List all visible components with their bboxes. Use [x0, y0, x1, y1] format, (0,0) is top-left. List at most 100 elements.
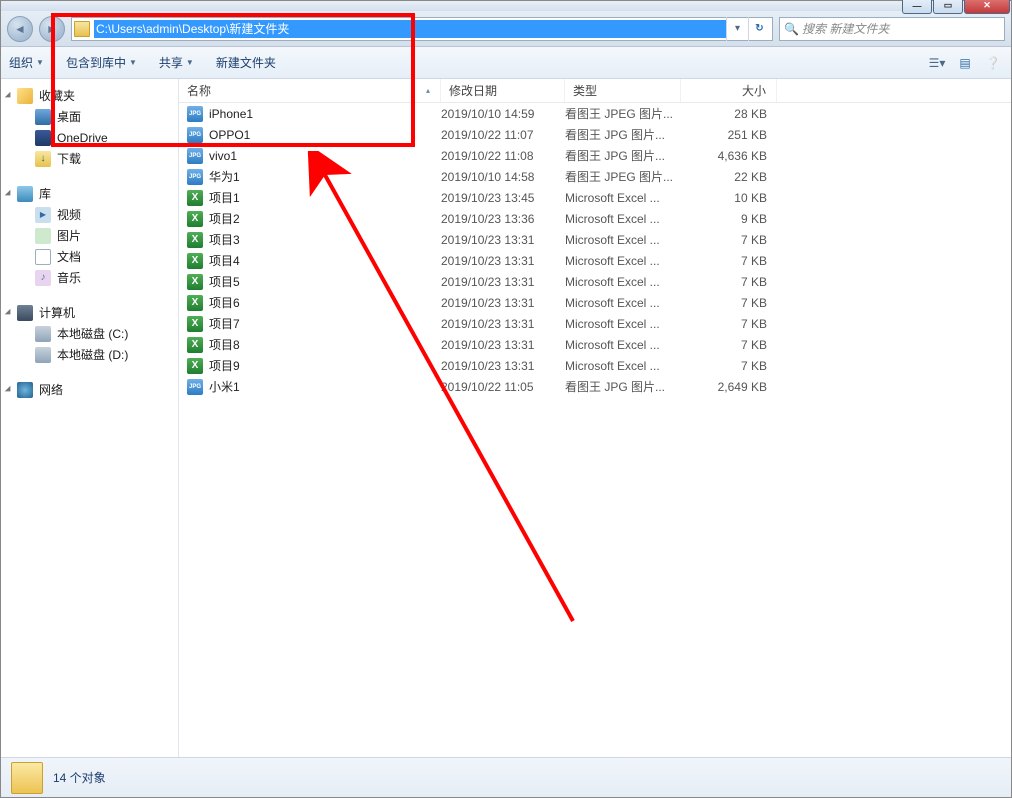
navigation-pane: 收藏夹 桌面OneDrive 下载 库 视频图片文档音乐 计算机 本地磁盘 (C:…	[1, 79, 179, 757]
favorites-icon	[17, 88, 33, 104]
tree-item-label: 视频	[57, 206, 81, 223]
libraries-icon	[17, 186, 33, 202]
sidebar-item[interactable]: 音乐	[1, 267, 178, 288]
file-type: Microsoft Excel ...	[565, 338, 681, 352]
column-header-type[interactable]: 类型	[565, 79, 681, 102]
file-size: 251 KB	[681, 128, 777, 142]
file-date: 2019/10/23 13:31	[441, 296, 565, 310]
forward-button[interactable]: ►	[39, 16, 65, 42]
file-size: 9 KB	[681, 212, 777, 226]
tree-item-icon	[35, 270, 51, 286]
maximize-button[interactable]: ▭	[933, 0, 963, 14]
file-date: 2019/10/23 13:31	[441, 317, 565, 331]
file-date: 2019/10/23 13:31	[441, 233, 565, 247]
file-size: 7 KB	[681, 254, 777, 268]
sidebar-item[interactable]: OneDrive	[1, 127, 178, 148]
file-row[interactable]: vivo12019/10/22 11:08看图王 JPG 图片...4,636 …	[179, 145, 1011, 166]
file-row[interactable]: 项目62019/10/23 13:31Microsoft Excel ...7 …	[179, 292, 1011, 313]
file-type: 看图王 JPEG 图片...	[565, 168, 681, 185]
network-icon	[17, 382, 33, 398]
tree-item-label: 图片	[57, 227, 81, 244]
file-type: 看图王 JPG 图片...	[565, 378, 681, 395]
file-type-icon	[187, 295, 203, 311]
file-row[interactable]: 项目92019/10/23 13:31Microsoft Excel ...7 …	[179, 355, 1011, 376]
network-header[interactable]: 网络	[1, 379, 178, 400]
close-button[interactable]: ✕	[964, 0, 1010, 14]
file-row[interactable]: 项目12019/10/23 13:45Microsoft Excel ...10…	[179, 187, 1011, 208]
computer-header[interactable]: 计算机	[1, 302, 178, 323]
expand-icon	[5, 385, 13, 393]
file-size: 22 KB	[681, 170, 777, 184]
organize-menu[interactable]: 组织▼	[9, 54, 44, 71]
tree-item-label: 本地磁盘 (D:)	[57, 346, 128, 363]
folder-icon	[74, 21, 90, 37]
address-input[interactable]	[94, 20, 726, 38]
file-row[interactable]: 项目52019/10/23 13:31Microsoft Excel ...7 …	[179, 271, 1011, 292]
file-type: Microsoft Excel ...	[565, 212, 681, 226]
file-type: Microsoft Excel ...	[565, 275, 681, 289]
file-type-icon	[187, 316, 203, 332]
help-button[interactable]: ❔	[983, 53, 1003, 73]
column-header-size[interactable]: 大小	[681, 79, 777, 102]
sidebar-item[interactable]: 桌面	[1, 106, 178, 127]
sidebar-item[interactable]: 文档	[1, 246, 178, 267]
file-name: OPPO1	[209, 128, 250, 142]
sidebar-item[interactable]: 下载	[1, 148, 178, 169]
sidebar-item[interactable]: 图片	[1, 225, 178, 246]
file-type: Microsoft Excel ...	[565, 359, 681, 373]
new-folder-button[interactable]: 新建文件夹	[216, 54, 276, 71]
tree-item-icon	[35, 347, 51, 363]
file-row[interactable]: 项目32019/10/23 13:31Microsoft Excel ...7 …	[179, 229, 1011, 250]
file-size: 10 KB	[681, 191, 777, 205]
column-header-name[interactable]: 名称 ▴	[179, 79, 441, 102]
address-bar[interactable]: ▾ ↻	[71, 17, 773, 41]
file-type-icon	[187, 148, 203, 164]
view-options-button[interactable]: ☰▾	[927, 53, 947, 73]
file-row[interactable]: iPhone12019/10/10 14:59看图王 JPEG 图片...28 …	[179, 103, 1011, 124]
file-name: 项目7	[209, 315, 240, 332]
file-date: 2019/10/22 11:07	[441, 128, 565, 142]
file-row[interactable]: 项目82019/10/23 13:31Microsoft Excel ...7 …	[179, 334, 1011, 355]
include-in-library-menu[interactable]: 包含到库中▼	[66, 54, 137, 71]
tree-item-icon	[35, 326, 51, 342]
sidebar-item[interactable]: 视频	[1, 204, 178, 225]
file-size: 7 KB	[681, 275, 777, 289]
preview-pane-button[interactable]: ▤	[955, 53, 975, 73]
sidebar-item[interactable]: 本地磁盘 (D:)	[1, 344, 178, 365]
file-row[interactable]: 项目72019/10/23 13:31Microsoft Excel ...7 …	[179, 313, 1011, 334]
back-button[interactable]: ◄	[7, 16, 33, 42]
file-row[interactable]: 项目42019/10/23 13:31Microsoft Excel ...7 …	[179, 250, 1011, 271]
tree-item-label: 下载	[57, 150, 81, 167]
search-icon: 🔍	[784, 22, 798, 36]
libraries-header[interactable]: 库	[1, 183, 178, 204]
chevron-down-icon: ▼	[186, 58, 194, 67]
file-row[interactable]: 项目22019/10/23 13:36Microsoft Excel ...9 …	[179, 208, 1011, 229]
file-type-icon	[187, 358, 203, 374]
tree-item-icon	[35, 130, 51, 146]
file-type-icon	[187, 253, 203, 269]
column-headers: 名称 ▴ 修改日期 类型 大小	[179, 79, 1011, 103]
favorites-header[interactable]: 收藏夹	[1, 85, 178, 106]
search-box[interactable]: 🔍 搜索 新建文件夹	[779, 17, 1005, 41]
file-size: 28 KB	[681, 107, 777, 121]
file-date: 2019/10/23 13:31	[441, 254, 565, 268]
sidebar-item[interactable]: 本地磁盘 (C:)	[1, 323, 178, 344]
network-group: 网络	[1, 379, 178, 400]
file-row[interactable]: OPPO12019/10/22 11:07看图王 JPG 图片...251 KB	[179, 124, 1011, 145]
file-list-area: 名称 ▴ 修改日期 类型 大小 iPhone12019/10/10 14:59看…	[179, 79, 1011, 757]
tree-item-icon	[35, 249, 51, 265]
file-size: 7 KB	[681, 317, 777, 331]
share-menu[interactable]: 共享▼	[159, 54, 194, 71]
tree-item-icon	[35, 151, 51, 167]
network-label: 网络	[39, 381, 63, 398]
address-dropdown[interactable]: ▾	[726, 17, 748, 41]
file-row[interactable]: 小米12019/10/22 11:05看图王 JPG 图片...2,649 KB	[179, 376, 1011, 397]
tree-item-label: 文档	[57, 248, 81, 265]
libraries-label: 库	[39, 185, 51, 202]
column-header-date[interactable]: 修改日期	[441, 79, 565, 102]
file-row[interactable]: 华为12019/10/10 14:58看图王 JPEG 图片...22 KB	[179, 166, 1011, 187]
organize-label: 组织	[9, 54, 33, 71]
refresh-button[interactable]: ↻	[748, 17, 770, 41]
search-placeholder: 搜索 新建文件夹	[802, 20, 889, 37]
minimize-button[interactable]: —	[902, 0, 932, 14]
